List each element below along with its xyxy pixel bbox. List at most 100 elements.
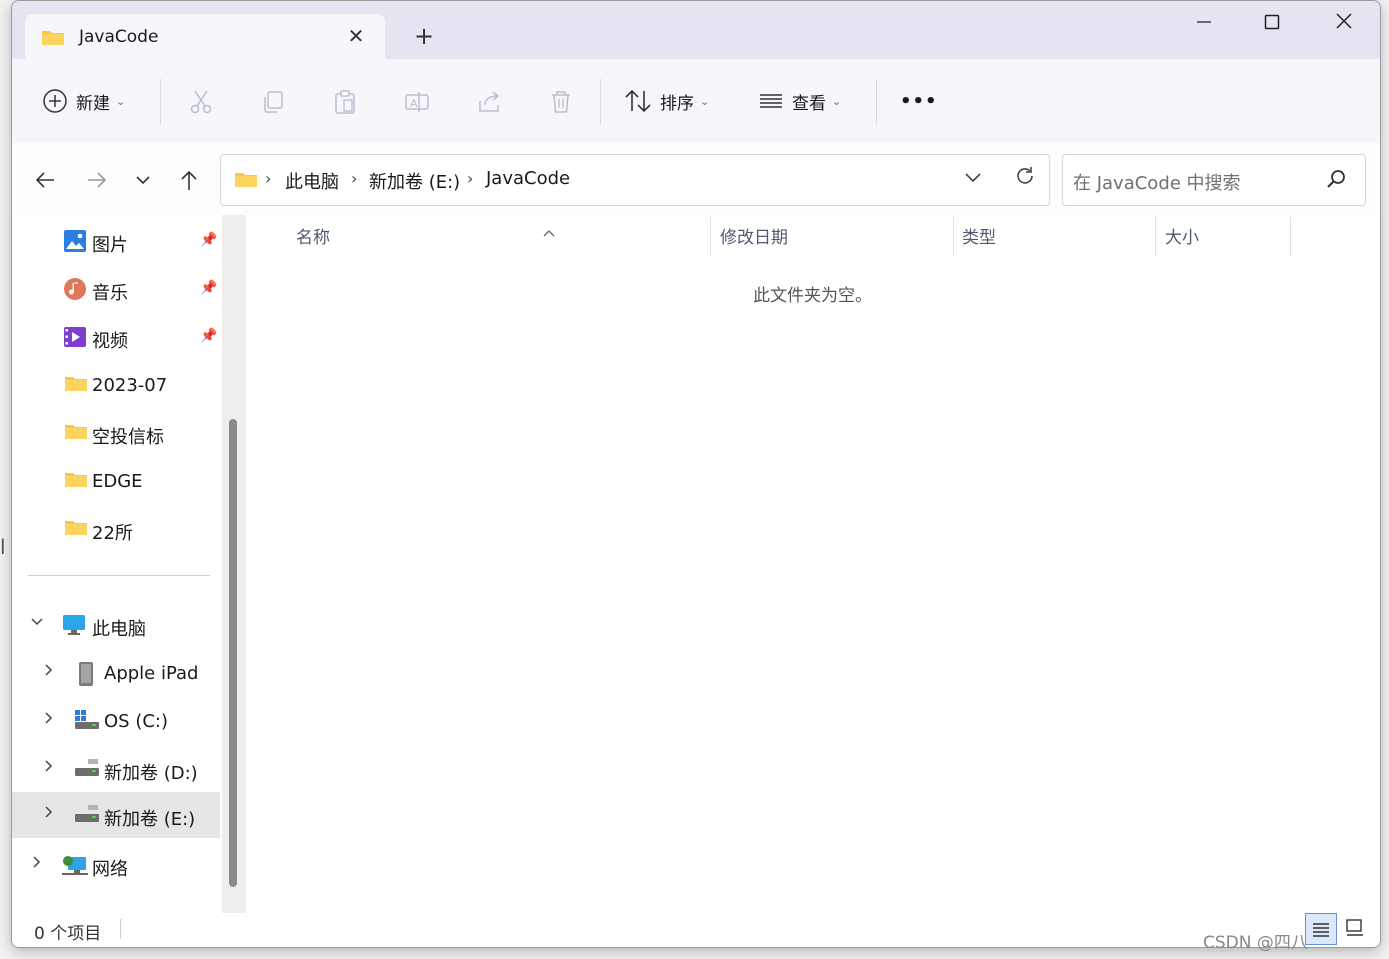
breadcrumb-this-pc[interactable]: 此电脑 [285,168,339,194]
sort-label: 排序 [660,93,694,114]
sidebar-item-volume-d[interactable]: 新加卷 (D:) [12,746,220,792]
title-bar: JavaCode ✕ + [12,1,1380,60]
up-arrow-icon [181,170,197,190]
sidebar-item-this-pc[interactable]: 此电脑 [12,602,220,648]
maximize-button[interactable] [1242,5,1302,41]
sidebar-item-network[interactable]: 网络 [12,842,220,888]
column-divider[interactable] [1155,217,1156,257]
sidebar-item-2023-07[interactable]: 2023-07 [12,362,220,408]
plus-circle-icon [43,89,67,113]
empty-folder-message: 此文件夹为空。 [753,286,872,306]
folder-icon [234,170,258,192]
network-icon [62,854,88,881]
drive-icon [74,804,100,829]
cut-icon[interactable] [186,87,216,117]
details-view-button[interactable] [1305,913,1337,945]
chevron-right-icon[interactable] [42,804,56,823]
sidebar-item-videos[interactable]: 视频 📌 [12,314,220,360]
sidebar-item-edge[interactable]: EDGE [12,458,220,504]
expanded-chevron-icon[interactable] [30,614,44,633]
sidebar-item-airdrop-beacon[interactable]: 空投信标 [12,410,220,456]
recent-locations-button[interactable] [126,163,160,197]
sidebar-item-label: EDGE [92,471,143,492]
close-window-button[interactable] [1314,5,1374,41]
command-bar: 新建 ⌄ A 排序 ⌄ 查看 ⌄ ••• [12,59,1380,144]
sort-ascending-icon [542,221,556,247]
sidebar-item-label: 新加卷 (D:) [104,763,198,784]
column-header-label: 类型 [962,228,996,248]
sidebar-item-label: OS (C:) [104,711,168,732]
minimize-icon [1197,21,1211,23]
tab-javacode[interactable]: JavaCode ✕ [25,14,385,60]
this-pc-icon [62,614,86,641]
pin-icon[interactable]: 📌 [200,280,217,296]
chevron-down-icon: ⌄ [700,94,710,108]
breadcrumb-drive-e[interactable]: 新加卷 (E:) [369,168,460,194]
back-button[interactable] [28,163,62,197]
column-header-type[interactable]: 类型 [962,225,1152,265]
delete-icon[interactable] [546,87,576,117]
minimize-button[interactable] [1174,5,1234,41]
copy-icon[interactable] [258,87,288,117]
column-divider[interactable] [1290,217,1291,257]
divider [600,79,601,125]
tiles-view-button[interactable] [1340,913,1370,943]
sidebar-item-os-c[interactable]: OS (C:) [12,698,220,744]
sidebar-item-label: 2023-07 [92,375,168,396]
close-tab-icon[interactable]: ✕ [343,20,369,52]
share-icon[interactable] [474,87,504,117]
breadcrumb-separator: › [467,169,474,188]
chevron-down-icon [136,176,150,185]
column-header-name[interactable]: 名称 [296,225,706,265]
music-icon [64,278,86,305]
column-divider[interactable] [953,217,954,257]
new-button[interactable]: 新建 ⌄ [42,79,125,123]
forward-button[interactable] [80,163,114,197]
address-bar[interactable]: › 此电脑 › 新加卷 (E:) › JavaCode [220,154,1050,206]
paste-icon[interactable] [330,87,360,117]
breadcrumb-javacode[interactable]: JavaCode [486,168,570,189]
videos-icon [64,326,86,353]
rename-icon[interactable]: A [402,87,432,117]
column-divider[interactable] [710,217,711,257]
search-icon[interactable] [1325,168,1347,194]
more-options-button[interactable]: ••• [900,79,938,123]
pin-icon[interactable]: 📌 [200,232,217,248]
navigation-bar: › 此电脑 › 新加卷 (E:) › JavaCode 在 JavaCode 中… [12,143,1380,215]
sidebar-item-label: 视频 [92,331,128,352]
address-dropdown-icon[interactable] [963,167,983,192]
close-icon [1336,13,1352,29]
new-tab-button[interactable]: + [408,19,440,53]
column-header-modified[interactable]: 修改日期 [720,225,950,265]
sidebar-item-pictures[interactable]: 图片 📌 [12,218,220,264]
sidebar-item-volume-e[interactable]: 新加卷 (E:) [12,792,220,838]
view-button[interactable]: 查看 ⌄ [758,79,841,123]
sidebar-item-22suo[interactable]: 22所 [12,506,220,552]
drive-icon [74,758,100,783]
sidebar-item-label: 22所 [92,523,133,544]
search-placeholder: 在 JavaCode 中搜索 [1073,173,1241,194]
column-header-label: 名称 [296,228,330,248]
sidebar-scrollbar-thumb[interactable] [229,419,237,887]
refresh-icon[interactable] [1013,164,1037,194]
sidebar-item-apple-ipad[interactable]: Apple iPad [12,650,220,696]
search-box[interactable]: 在 JavaCode 中搜索 [1062,154,1366,206]
sidebar-item-label: 音乐 [92,283,128,304]
column-header-size[interactable]: 大小 [1165,225,1285,265]
sidebar-item-label: 此电脑 [92,619,146,640]
sort-icon [625,89,651,113]
folder-icon [41,28,65,50]
sidebar-item-label: Apple iPad [104,663,199,684]
pin-icon[interactable]: 📌 [200,328,217,344]
up-button[interactable] [172,163,206,197]
details-view-icon [1313,923,1329,937]
sidebar-item-label: 新加卷 (E:) [104,809,196,830]
chevron-right-icon[interactable] [42,758,56,777]
svg-text:A: A [410,97,418,110]
chevron-right-icon[interactable] [42,710,56,729]
chevron-right-icon[interactable] [30,854,44,873]
sort-button[interactable]: 排序 ⌄ [624,79,709,123]
sidebar-item-music[interactable]: 音乐 📌 [12,266,220,312]
chevron-right-icon[interactable] [42,662,56,681]
folder-icon [64,470,88,493]
